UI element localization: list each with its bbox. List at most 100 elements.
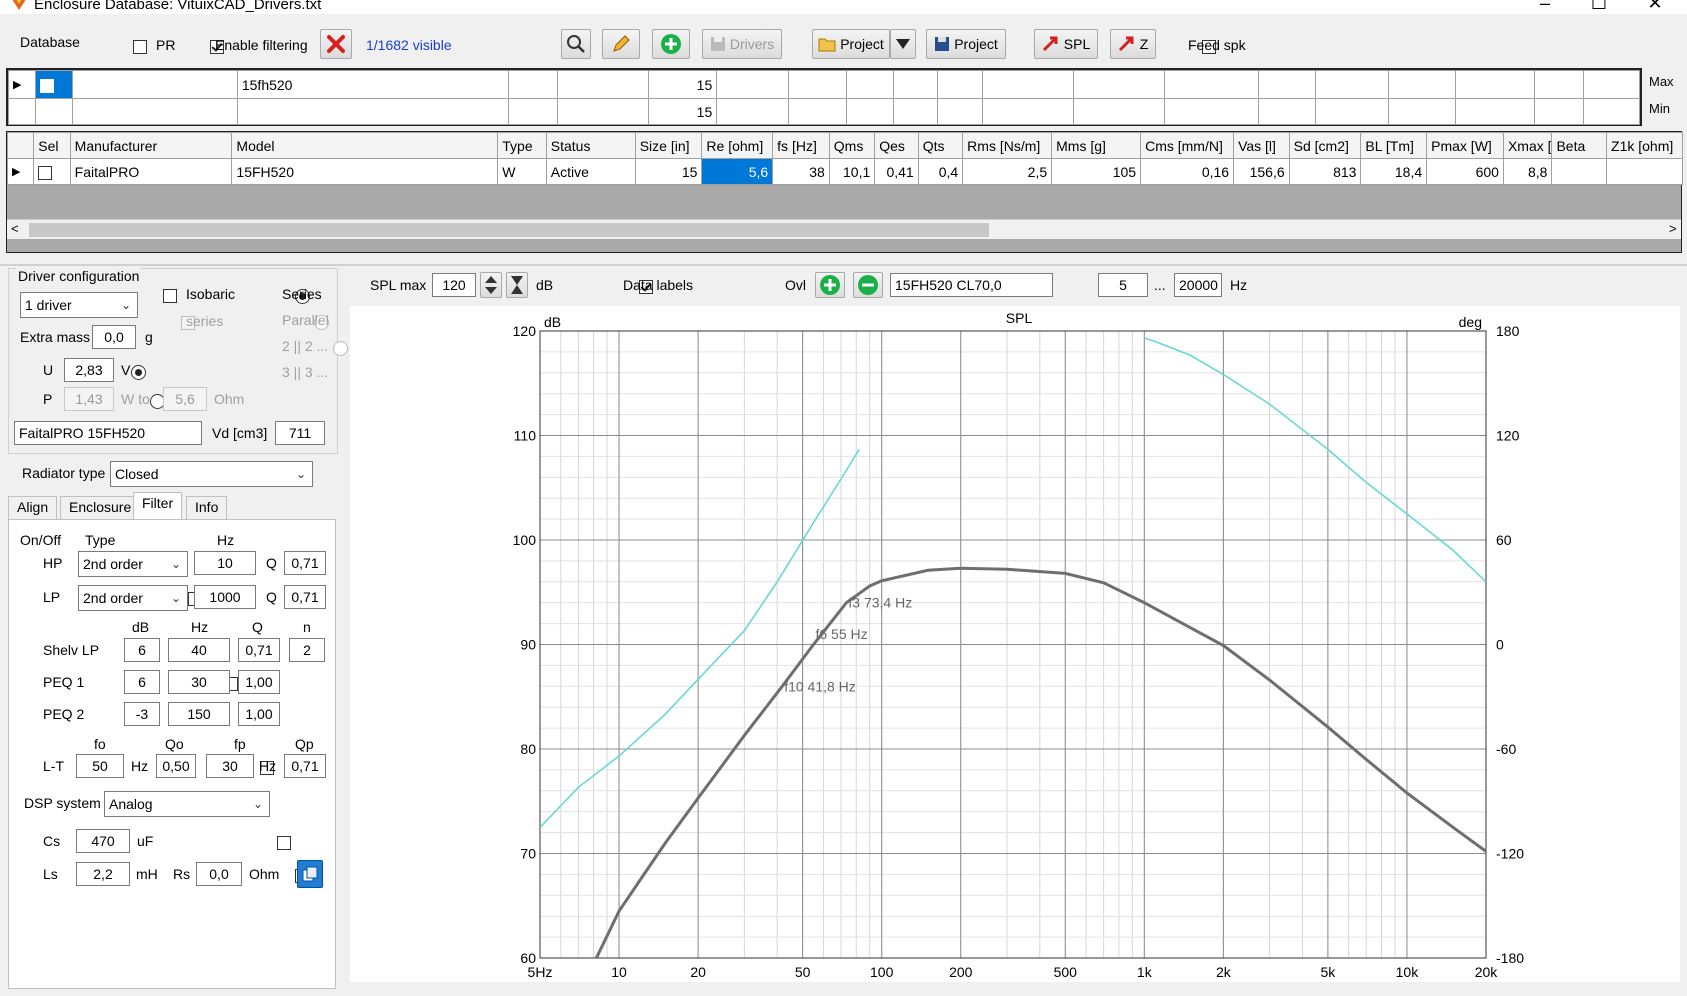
row-select-checkbox-cell[interactable] <box>33 158 71 185</box>
copy-button[interactable] <box>297 860 323 888</box>
lp-hz-input[interactable]: 1000 <box>194 585 256 609</box>
filter-cell[interactable] <box>788 70 848 99</box>
filter-cell[interactable] <box>1258 98 1317 125</box>
table-cell[interactable]: 600 <box>1426 158 1504 185</box>
filter-status-cell[interactable] <box>557 70 650 99</box>
spl-chart[interactable]: 5Hz 10 20 50 100 200 500 1k 2k 5k 10k 20k 60 70 80 90 10… <box>350 306 1680 982</box>
table-cell[interactable]: 2,5 <box>962 158 1053 185</box>
filter-manufacturer-cell[interactable] <box>71 98 238 125</box>
scroll-left-arrow[interactable]: < <box>11 221 19 236</box>
export-spl-button[interactable]: SPL <box>1034 29 1098 59</box>
shelv-q-input[interactable]: 0,71 <box>238 638 280 662</box>
overlay-name-input[interactable]: 15FH520 CL70,0 <box>890 273 1053 297</box>
add-overlay-button[interactable] <box>815 272 845 298</box>
cs-input[interactable]: 470 <box>76 829 130 853</box>
spl-max-auto-button[interactable] <box>506 272 528 298</box>
table-cell[interactable]: 0,16 <box>1140 158 1235 185</box>
search-button[interactable] <box>561 29 591 59</box>
column-header[interactable]: Manufacturer <box>69 132 233 159</box>
filter-model-cell[interactable] <box>236 98 510 125</box>
filter-cell[interactable] <box>1388 98 1457 125</box>
freq-min-input[interactable]: 5 <box>1098 273 1148 297</box>
filter-cell[interactable] <box>716 98 790 125</box>
filter-sel-cell[interactable] <box>34 98 73 125</box>
scroll-right-arrow[interactable]: > <box>1669 221 1677 236</box>
lt-fp-input[interactable]: 30 <box>206 754 254 778</box>
project-dropdown-button[interactable] <box>890 29 916 59</box>
filter-type-cell[interactable] <box>507 70 559 99</box>
close-button[interactable]: ✕ <box>1632 0 1678 14</box>
filter-cell[interactable] <box>1583 98 1640 125</box>
minimize-button[interactable]: – <box>1522 0 1568 14</box>
extra-mass-input[interactable]: 0,0 <box>92 325 136 349</box>
spl-max-input[interactable]: 120 <box>432 273 476 297</box>
filter-cell[interactable] <box>1072 70 1165 99</box>
column-header[interactable]: Vas [l] <box>1233 132 1290 159</box>
filter-cell[interactable] <box>1315 98 1390 125</box>
tab-filter[interactable]: Filter <box>133 492 183 520</box>
table-cell[interactable]: 18,4 <box>1360 158 1428 185</box>
hp-type-select[interactable]: 2nd order ⌄ <box>78 551 188 577</box>
filter-cell[interactable] <box>1533 70 1585 99</box>
filter-cell[interactable] <box>846 70 894 99</box>
table-cell[interactable]: 813 <box>1288 158 1362 185</box>
save-project-button[interactable]: Project <box>926 29 1006 59</box>
peq1-hz-input[interactable]: 30 <box>168 670 230 694</box>
column-header[interactable]: Qes <box>874 132 919 159</box>
clear-filter-button[interactable] <box>320 29 352 59</box>
horizontal-scrollbar[interactable]: < > <box>7 219 1681 239</box>
column-header[interactable]: BL [Tm] <box>1360 132 1428 159</box>
open-project-button[interactable]: Project <box>812 29 890 59</box>
table-cell[interactable]: 0,41 <box>874 158 919 185</box>
table-cell[interactable]: 156,6 <box>1233 158 1290 185</box>
peq1-q-input[interactable]: 1,00 <box>238 670 280 694</box>
filter-cell[interactable] <box>982 98 1074 125</box>
column-header[interactable]: Z1k [ohm] <box>1606 132 1683 159</box>
driver-count-select[interactable]: 1 driver ⌄ <box>20 292 138 318</box>
peq2-db-input[interactable]: -3 <box>124 702 160 726</box>
filter-model-cell[interactable]: 15fh520 <box>236 70 510 99</box>
peq2-q-input[interactable]: 1,00 <box>238 702 280 726</box>
table-row[interactable]: ▶ FaitalPRO 15FH520 W Active 15 5,6 38 10,1 0,41… <box>6 158 1683 185</box>
lt-qo-input[interactable]: 0,50 <box>156 754 196 778</box>
tab-info[interactable]: Info <box>186 496 228 520</box>
remove-overlay-button[interactable] <box>853 272 883 298</box>
shelv-n-input[interactable]: 2 <box>289 638 325 662</box>
table-cell[interactable]: W <box>497 158 547 185</box>
table-cell[interactable]: 10,1 <box>828 158 876 185</box>
column-header[interactable]: Cms [mm/N] <box>1140 132 1235 159</box>
isobaric-checkbox[interactable] <box>163 289 177 304</box>
hp-hz-input[interactable]: 10 <box>194 551 256 575</box>
filter-cell[interactable] <box>936 98 984 125</box>
column-header[interactable]: Model <box>231 132 499 159</box>
table-cell[interactable]: Active <box>545 158 636 185</box>
table-cell[interactable]: FaitalPRO <box>69 158 233 185</box>
filter-cell[interactable] <box>846 98 894 125</box>
filter-cell[interactable] <box>1388 70 1457 99</box>
dsp-system-select[interactable]: Analog ⌄ <box>104 791 270 817</box>
rs-input[interactable]: 0,0 <box>196 862 242 886</box>
filter-cell[interactable] <box>1455 70 1535 99</box>
peq1-db-input[interactable]: 6 <box>124 670 160 694</box>
table-cell[interactable]: 8,8 <box>1502 158 1553 185</box>
lp-q-input[interactable]: 0,71 <box>284 585 326 609</box>
lt-qp-input[interactable]: 0,71 <box>284 754 326 778</box>
hp-q-input[interactable]: 0,71 <box>284 551 326 575</box>
radiator-type-select[interactable]: Closed ⌄ <box>110 461 313 487</box>
column-header[interactable]: Status <box>545 132 636 159</box>
filter-size-max-cell[interactable]: 15 <box>648 70 718 99</box>
column-header[interactable]: Qms <box>828 132 876 159</box>
tab-align[interactable]: Align <box>8 496 58 520</box>
filter-sel-cell[interactable] <box>34 70 73 99</box>
column-header[interactable]: Size [in] <box>634 132 703 159</box>
drivers-button[interactable]: Drivers <box>702 29 782 59</box>
freq-max-input[interactable]: 20000 <box>1174 273 1222 297</box>
column-header[interactable]: Sel <box>33 132 71 159</box>
peq2-hz-input[interactable]: 150 <box>168 702 230 726</box>
driver-name-field[interactable]: FaitalPRO 15FH520 <box>14 421 202 445</box>
column-header[interactable]: Re [ohm] <box>701 132 774 159</box>
filter-type-cell[interactable] <box>507 98 559 125</box>
two-parallel-radio[interactable] <box>332 340 348 356</box>
filter-cell[interactable] <box>936 70 984 99</box>
filter-cell[interactable] <box>892 98 938 125</box>
